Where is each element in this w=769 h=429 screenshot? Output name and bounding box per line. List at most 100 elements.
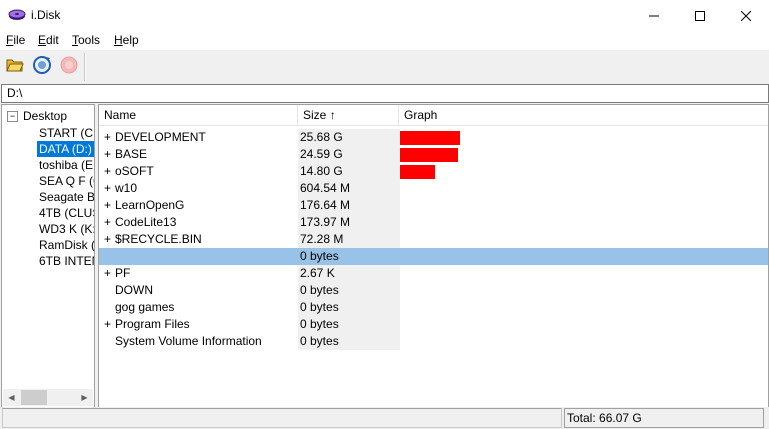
row-size: 604.54 M <box>298 180 400 197</box>
expand-icon[interactable] <box>104 299 114 316</box>
list-row[interactable]: + BASE 24.59 G <box>99 146 768 163</box>
status-bar: Total: 66.07 G <box>0 407 769 429</box>
row-name: CodeLite13 <box>115 215 177 229</box>
expand-icon[interactable]: + <box>104 214 114 231</box>
row-name: $RECYCLE.BIN <box>115 232 202 246</box>
expand-icon[interactable]: + <box>104 265 114 282</box>
folder-list: Name Size ↑ Graph + DEVELOPMENT 25.68 G + BA… <box>98 104 769 408</box>
tree-root-label: Desktop <box>23 109 68 123</box>
tree-drive-item[interactable]: START (C:) <box>37 125 94 141</box>
tree-drive-item[interactable]: 4TB (CLUS <box>37 205 94 221</box>
tree-drive-item[interactable]: WD3 K (K:) <box>37 221 94 237</box>
size-graph-bar <box>400 165 435 179</box>
size-graph-bar <box>400 131 460 145</box>
column-header-size[interactable]: Size ↑ <box>298 105 399 125</box>
list-row[interactable]: DOWN 0 bytes <box>99 282 768 299</box>
list-row[interactable]: + oSOFT 14.80 G <box>99 163 768 180</box>
close-button[interactable] <box>723 0 769 31</box>
tree-drive-item[interactable]: DATA (D:) <box>37 141 94 157</box>
list-row[interactable]: gog games 0 bytes <box>99 299 768 316</box>
refresh-icon <box>32 55 52 78</box>
row-size: 0 bytes <box>298 282 400 299</box>
tree-root-desktop[interactable]: − Desktop <box>7 108 67 124</box>
list-row[interactable]: + CodeLite13 173.97 M <box>99 214 768 231</box>
tree-horizontal-scrollbar[interactable]: ◀ ▶ <box>3 389 93 406</box>
row-size: 0 bytes <box>298 333 400 350</box>
menu-file[interactable]: File <box>6 33 25 47</box>
row-size: 0 bytes <box>298 316 400 333</box>
row-size: 176.64 M <box>298 197 400 214</box>
tree-drive-item[interactable]: Seagate Ba <box>37 189 94 205</box>
total-size-text: Total: 66.07 G <box>567 411 642 425</box>
row-size: 173.97 M <box>298 214 400 231</box>
list-row[interactable]: 0 bytes <box>99 248 768 265</box>
tree-drive-item[interactable]: SEA Q F (C <box>37 173 94 189</box>
menu-tools[interactable]: Tools <box>72 33 100 47</box>
list-row[interactable]: + Program Files 0 bytes <box>99 316 768 333</box>
row-name: Program Files <box>115 317 190 331</box>
row-size: 72.28 M <box>298 231 400 248</box>
column-header-name[interactable]: Name <box>99 105 298 125</box>
row-name: PF <box>115 266 131 280</box>
expand-icon[interactable] <box>104 282 114 299</box>
list-row[interactable]: System Volume Information 0 bytes <box>99 333 768 350</box>
minimize-button[interactable] <box>631 0 677 31</box>
expand-icon[interactable]: + <box>104 163 114 180</box>
menu-edit[interactable]: Edit <box>38 33 59 47</box>
open-folder-button[interactable] <box>4 55 26 77</box>
expand-icon[interactable]: + <box>104 316 114 333</box>
expand-icon[interactable]: + <box>104 231 114 248</box>
drive-tree: − Desktop START (C:) DATA (D:) toshiba (E:… <box>1 104 95 408</box>
row-name: LearnOpenG <box>115 198 185 212</box>
tree-drive-item[interactable]: RamDisk ( <box>37 237 94 253</box>
row-name: w10 <box>115 181 138 195</box>
tree-drive-item[interactable]: 6TB INTEN <box>37 253 94 269</box>
scrollbar-thumb[interactable] <box>21 390 47 405</box>
row-name: gog games <box>115 300 175 314</box>
row-size: 24.59 G <box>298 146 400 163</box>
collapse-icon[interactable]: − <box>7 110 18 122</box>
list-row[interactable]: + w10 604.54 M <box>99 180 768 197</box>
row-size: 0 bytes <box>300 249 339 263</box>
expand-icon[interactable] <box>104 333 114 350</box>
column-header-graph[interactable]: Graph <box>399 105 768 125</box>
row-name: DEVELOPMENT <box>115 130 206 144</box>
status-panel-left <box>2 408 562 428</box>
row-size: 0 bytes <box>298 299 400 316</box>
sort-ascending-icon: ↑ <box>329 108 336 122</box>
disk-app-icon <box>8 9 26 21</box>
maximize-button[interactable] <box>677 0 723 31</box>
title-bar: i.Disk <box>0 0 769 31</box>
row-name: DOWN <box>115 283 153 297</box>
stop-button[interactable] <box>58 55 80 77</box>
toolbar-separator <box>84 53 86 81</box>
expand-icon[interactable]: + <box>104 197 114 214</box>
scroll-left-arrow-icon[interactable]: ◀ <box>3 389 20 406</box>
list-row[interactable]: + LearnOpenG 176.64 M <box>99 197 768 214</box>
size-graph-bar <box>400 148 458 162</box>
menu-bar: File Edit Tools Help <box>0 31 769 50</box>
row-size: 25.68 G <box>298 129 400 146</box>
stop-icon <box>59 55 79 78</box>
scroll-right-arrow-icon[interactable]: ▶ <box>76 389 93 406</box>
row-name: BASE <box>115 147 148 161</box>
expand-icon[interactable] <box>104 248 114 265</box>
list-row[interactable]: + PF 2.67 K <box>99 265 768 282</box>
header-divider <box>99 125 768 126</box>
expand-icon[interactable]: + <box>104 146 114 163</box>
window-title: i.Disk <box>31 8 61 22</box>
row-name: oSOFT <box>115 164 154 178</box>
refresh-button[interactable] <box>31 55 53 77</box>
row-size: 2.67 K <box>298 265 400 282</box>
list-row[interactable]: + DEVELOPMENT 25.68 G <box>99 129 768 146</box>
path-field[interactable]: D:\ <box>1 84 769 103</box>
expand-icon[interactable]: + <box>104 180 114 197</box>
row-size: 14.80 G <box>298 163 400 180</box>
expand-icon[interactable]: + <box>104 129 114 146</box>
toolbar <box>0 50 769 83</box>
list-row[interactable]: + $RECYCLE.BIN 72.28 M <box>99 231 768 248</box>
row-name: System Volume Information <box>115 334 262 348</box>
tree-drive-item[interactable]: toshiba (E: <box>37 157 94 173</box>
open-folder-icon <box>6 57 24 76</box>
menu-help[interactable]: Help <box>114 33 139 47</box>
